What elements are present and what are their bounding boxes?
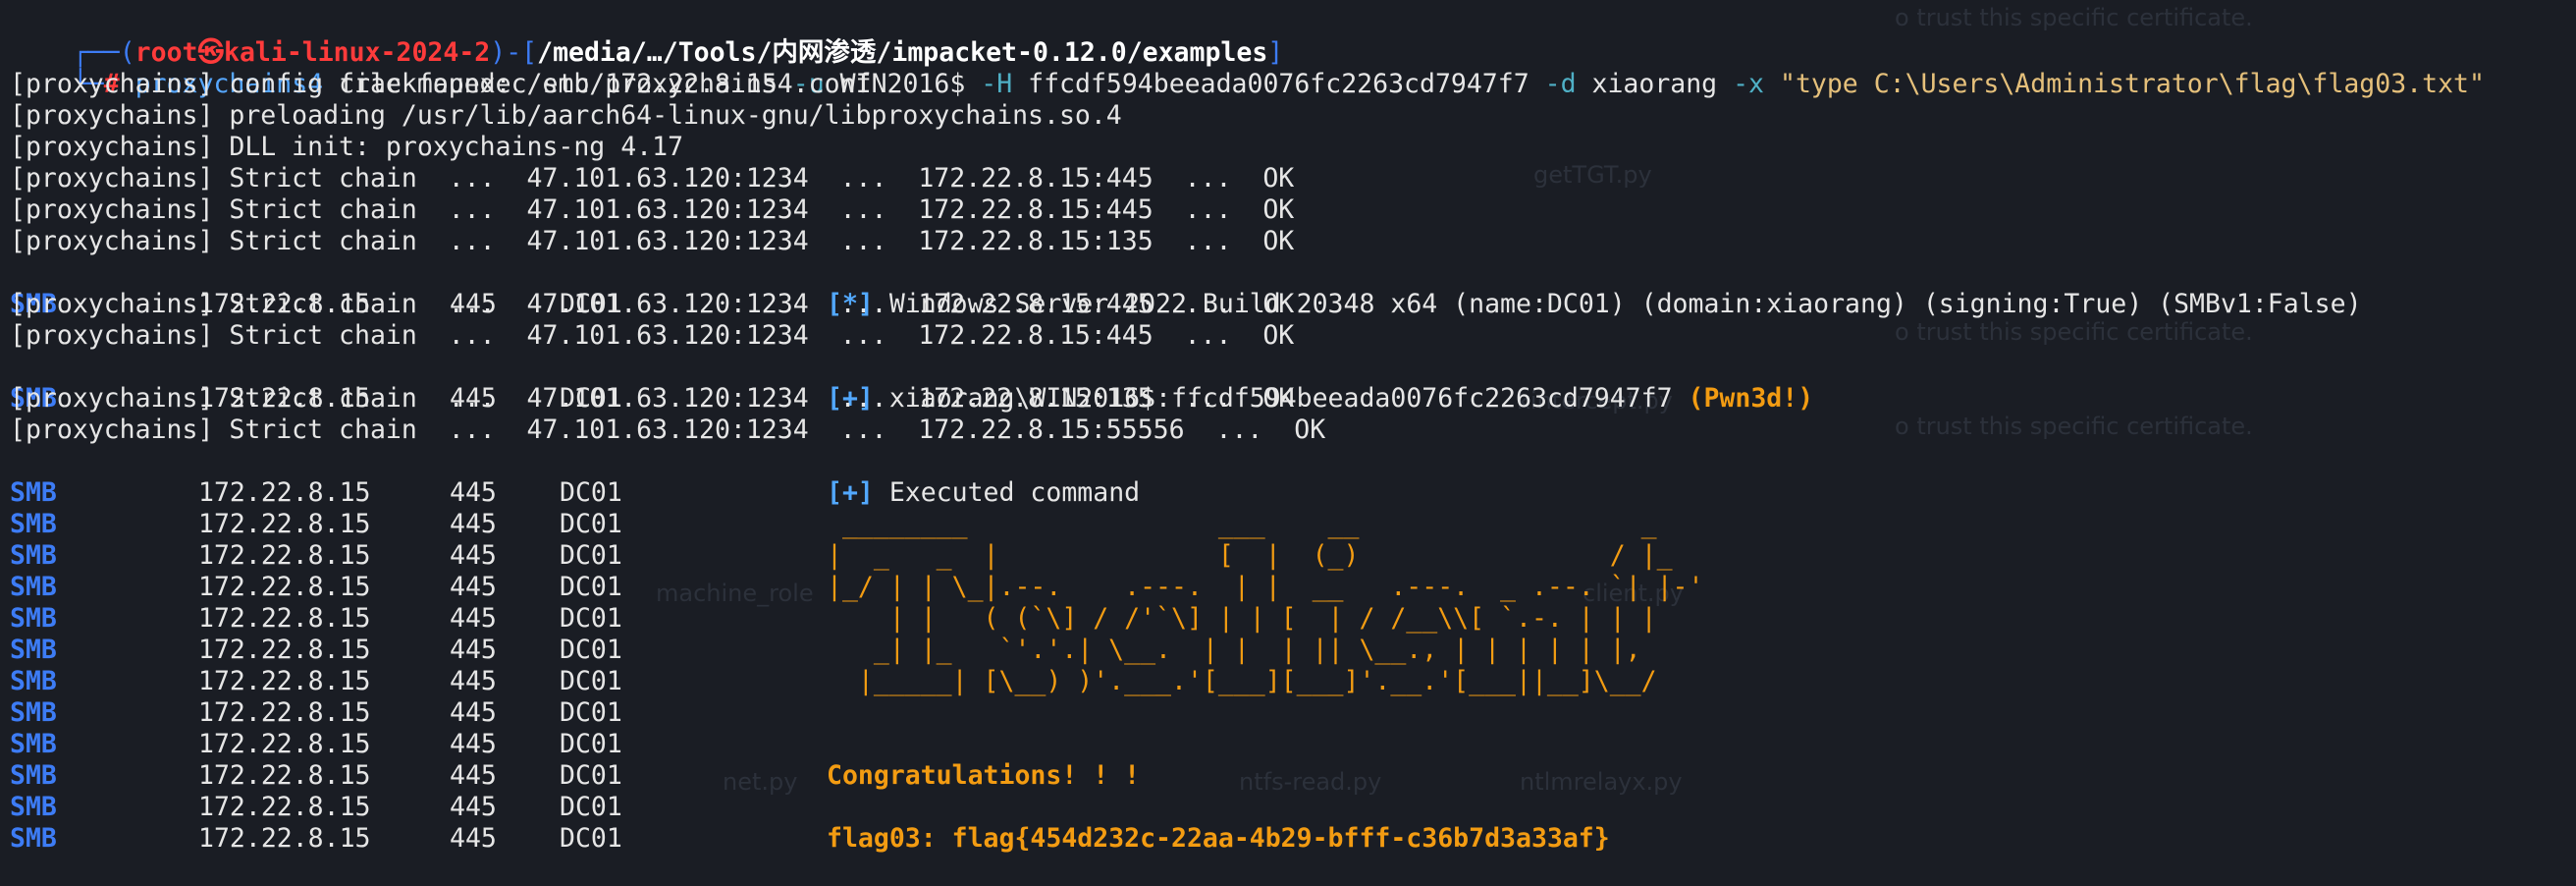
output-line: [proxychains] preloading /usr/lib/aarch6… (10, 100, 1122, 131)
ascii-art-line: _| |_ `'.'.| \__. | | | || \__., | | | |… (827, 635, 1641, 665)
output-line: [proxychains] Strict chain ... 47.101.63… (10, 163, 1295, 194)
output-line: [proxychains] Strict chain ... 47.101.63… (10, 289, 1295, 319)
smb-row: SMB 172.22.8.15 445 DC01 (10, 729, 622, 759)
output-line: [proxychains] Strict chain ... 47.101.63… (10, 226, 1295, 256)
smb-row: SMB 172.22.8.15 445 DC01 (10, 697, 622, 728)
output-line: [proxychains] Strict chain ... 47.101.63… (10, 383, 1295, 414)
command-string: "type C:\Users\Administrator\flag\flag03… (1779, 69, 2485, 99)
terminal-window[interactable]: o trust this specific certificate. o tru… (0, 0, 2576, 854)
smb-row: SMB 172.22.8.15 445 DC01 Congratulations! ! … (10, 760, 1141, 791)
ascii-art-line: |_/ | | \_|.--. .---. | | __ .---. _ .--… (827, 572, 1704, 602)
output-line: [proxychains] Strict chain ... 47.101.63… (10, 320, 1295, 351)
smb-row: SMB 172.22.8.15 445 DC01 |_/ | | \_|.--. .--… (10, 572, 1704, 602)
smb-row: SMB 172.22.8.15 445 DC01 flag03: flag{454d23… (10, 823, 1610, 854)
output-line: [proxychains] Strict chain ... 47.101.63… (10, 194, 1295, 225)
output-line: [proxychains] config file found: /etc/pr… (10, 69, 872, 99)
background-filename: getTGT.py (1533, 161, 1652, 189)
output-line: [proxychains] Strict chain ... 47.101.63… (10, 415, 1326, 445)
smb-row: SMB 172.22.8.15 445 DC01 [+] Executed comman… (10, 477, 1141, 508)
background-text: o trust this specific certificate. (1895, 4, 2253, 31)
ascii-art-line: | _ _ | [ | (_) / |_ (827, 540, 1673, 571)
background-filename: ntfs-read.py (1239, 768, 1382, 796)
ascii-art-line: ________ ___ __ _ (827, 509, 1657, 539)
smb-row: SMB 172.22.8.15 445 DC01 [*] Windows Server … (10, 289, 2362, 319)
smb-row: SMB 172.22.8.15 445 DC01 (10, 792, 622, 822)
background-text: o trust this specific certificate. (1895, 318, 2253, 346)
output-line: [proxychains] DLL init: proxychains-ng 4… (10, 132, 684, 162)
background-text: o trust this specific certificate. (1895, 413, 2253, 440)
smb-row: SMB 172.22.8.15 445 DC01 ________ ___ __ _ (10, 509, 1657, 539)
smb-row: SMB 172.22.8.15 445 DC01 _| |_ `'.'.| \__. … (10, 635, 1641, 665)
background-filename: ntlmrelayx.py (1520, 768, 1683, 796)
smb-row: SMB 172.22.8.15 445 DC01 | | ( (`\] / /'`\]… (10, 603, 1657, 634)
smb-row: SMB 172.22.8.15 445 DC01 | _ _ | [ | (_) / |… (10, 540, 1673, 571)
command-line[interactable]: └─# proxychains4 crackmapexec smb 172.22… (10, 37, 2485, 99)
shell-prompt: ┌──(root㉿kali-linux-2024-2)-[/media/…/To… (72, 37, 1284, 68)
smb-row: SMB 172.22.8.15 445 DC01 |_____| [\__) )'._… (10, 666, 1657, 696)
background-filename: machine_role (656, 580, 814, 607)
pwned-badge: (Pwn3d!) (1688, 383, 1814, 414)
congratulations-text: Congratulations! ! ! (827, 760, 1141, 791)
background-filename: net.py (723, 768, 798, 796)
ascii-art-line: | | ( (`\] / /'`\] | | [ | / /__\\[ `.-.… (827, 603, 1657, 634)
ascii-art-line: |_____| [\__) )'.___.'[___][___]'.__.'[_… (827, 666, 1657, 696)
flag-text: flag03: flag{454d232c-22aa-4b29-bfff-c36… (827, 823, 1610, 854)
smb-row: SMB 172.22.8.15 445 DC01 [+] xiaorang\WIN201… (10, 383, 1814, 414)
